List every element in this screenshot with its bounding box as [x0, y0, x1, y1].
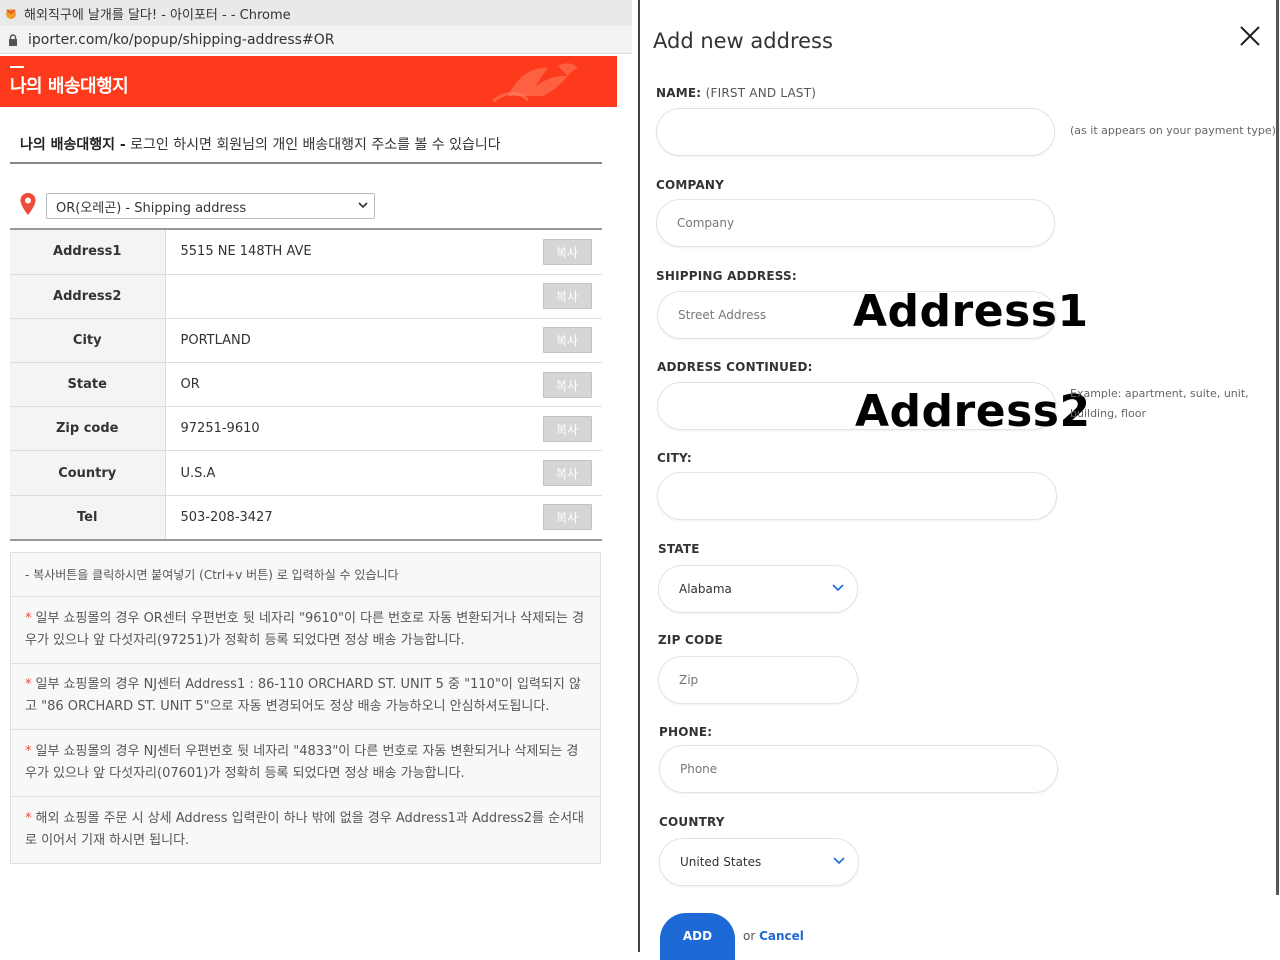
- copy-tel-button[interactable]: 복사: [542, 504, 592, 531]
- country-label: COUNTRY: [659, 815, 725, 829]
- form-title: Add new address: [653, 29, 833, 53]
- state-label: STATE: [658, 542, 700, 556]
- window-title: 해외직구에 날개를 달다! - 아이포터 - - Chrome: [24, 7, 291, 23]
- row-key: Address2: [10, 274, 166, 319]
- divider: [10, 162, 602, 164]
- iporter-favicon-icon: [6, 9, 16, 19]
- note-item: * 일부 쇼핑몰의 경우 NJ센터 우편번호 뒷 네자리 "4833"이 다른 번…: [11, 730, 600, 797]
- url-text: iporter.com/ko/popup/shipping-address#OR: [28, 31, 335, 48]
- row-value: [165, 274, 532, 319]
- row-value: 5515 NE 148TH AVE: [165, 230, 532, 275]
- row-value: U.S.A: [165, 450, 532, 496]
- table-row: City PORTLAND 복사: [10, 318, 602, 364]
- row-key: State: [10, 362, 166, 408]
- row-key: Country: [10, 450, 166, 496]
- copy-country-button[interactable]: 복사: [542, 460, 592, 487]
- city-label: CITY:: [657, 451, 692, 465]
- row-value: PORTLAND: [165, 318, 532, 364]
- address-bar[interactable]: iporter.com/ko/popup/shipping-address#OR: [0, 26, 632, 54]
- copy-zip-button[interactable]: 복사: [542, 415, 592, 442]
- cancel-text: or Cancel: [743, 929, 804, 943]
- table-row: Zip code 97251-9610 복사: [10, 406, 602, 452]
- chevron-down-icon: [832, 584, 844, 592]
- note-item: * 일부 쇼핑몰의 경우 NJ센터 Address1 : 86-110 ORCHA…: [11, 664, 600, 730]
- row-key: Zip code: [10, 406, 166, 452]
- city-field[interactable]: [657, 472, 1057, 520]
- address2-annotation: Address2: [855, 386, 1091, 437]
- copy-city-button[interactable]: 복사: [542, 327, 592, 354]
- row-key: City: [10, 318, 166, 364]
- note-item: * 일부 쇼핑몰의 경우 OR센터 우편번호 뒷 네자리 "9610"이 다른 번…: [11, 597, 600, 664]
- zip-field[interactable]: Zip: [658, 656, 858, 704]
- copy-state-button[interactable]: 복사: [542, 371, 592, 398]
- company-label: COMPANY: [656, 178, 725, 192]
- address-continued-label: ADDRESS CONTINUED:: [657, 360, 813, 374]
- note-item: * 해외 쇼핑몰 주문 시 상세 Address 입력란이 하나 밖에 없을 경우…: [25, 810, 584, 848]
- bird-logo-icon: [492, 63, 578, 103]
- address-continued-hint: Example: apartment, suite, unit, buildin…: [1070, 387, 1249, 420]
- note-bullet-icon: *: [25, 743, 32, 759]
- close-icon[interactable]: [1238, 24, 1262, 48]
- phone-field[interactable]: Phone: [659, 745, 1058, 793]
- add-button[interactable]: ADD: [660, 913, 735, 960]
- add-address-form: Add new address NAME: (FIRST AND LAST) (…: [640, 0, 1280, 960]
- note-bullet-icon: *: [25, 677, 32, 693]
- panel-edge: [1276, 0, 1279, 895]
- address-table: Address1 5515 NE 148TH AVE 복사 Address2 복…: [10, 230, 602, 540]
- note-item: - 복사버튼을 클릭하시면 붙여넣기 (Ctrl+v 버튼) 로 입력하실 수 …: [11, 553, 600, 597]
- zip-label: ZIP CODE: [658, 633, 723, 647]
- popup-banner: 나의 배송대행지: [0, 56, 617, 107]
- note-bullet-icon: *: [25, 610, 32, 626]
- popup-subtitle: 나의 배송대행지 - 로그인 하시면 회원님의 개인 배송대행지 주소를 볼 수…: [20, 137, 501, 153]
- table-bottom-border: [10, 539, 602, 541]
- address1-annotation: Address1: [853, 286, 1089, 337]
- center-address-select[interactable]: OR(오레곤) - Shipping address: [46, 193, 375, 219]
- row-key: Address1: [10, 230, 166, 275]
- browser-title-bar: 해외직구에 날개를 달다! - 아이포터 - - Chrome: [0, 0, 632, 26]
- country-value: United States: [680, 855, 762, 869]
- name-field[interactable]: [656, 108, 1055, 156]
- chevron-down-icon: [358, 202, 368, 209]
- company-field[interactable]: Company: [656, 199, 1055, 247]
- row-key: Tel: [10, 495, 166, 540]
- cancel-link[interactable]: Cancel: [759, 929, 804, 943]
- banner-title: 나의 배송대행지: [10, 76, 129, 97]
- row-value: 503-208-3427: [165, 495, 532, 540]
- chevron-down-icon: [833, 857, 845, 865]
- shipping-address-popup: 해외직구에 날개를 달다! - 아이포터 - - Chrome iporter.…: [0, 0, 632, 960]
- copy-address1-button[interactable]: 복사: [542, 238, 592, 265]
- shipping-address-label: SHIPPING ADDRESS:: [656, 269, 797, 283]
- note-bullet-icon: *: [25, 810, 32, 826]
- table-row: Tel 503-208-3427 복사: [10, 495, 602, 540]
- table-row: Country U.S.A 복사: [10, 450, 602, 496]
- row-value: OR: [165, 362, 532, 408]
- table-row: Address2 복사: [10, 274, 602, 319]
- table-row: State OR 복사: [10, 362, 602, 408]
- state-select[interactable]: Alabama: [658, 565, 858, 613]
- copy-address2-button[interactable]: 복사: [542, 283, 592, 310]
- lock-icon: [9, 33, 17, 46]
- row-value: 97251-9610: [165, 406, 532, 452]
- selected-address: OR(오레곤) - Shipping address: [56, 200, 247, 216]
- table-row: Address1 5515 NE 148TH AVE 복사: [10, 230, 602, 275]
- name-label: NAME: (FIRST AND LAST): [656, 86, 817, 100]
- phone-label: PHONE:: [659, 725, 713, 739]
- location-pin-icon: [20, 193, 36, 215]
- notes-box: - 복사버튼을 클릭하시면 붙여넣기 (Ctrl+v 버튼) 로 입력하실 수 …: [10, 552, 601, 864]
- country-select[interactable]: United States: [659, 838, 859, 886]
- state-value: Alabama: [679, 582, 732, 596]
- name-hint: (as it appears on your payment type): [1070, 124, 1276, 137]
